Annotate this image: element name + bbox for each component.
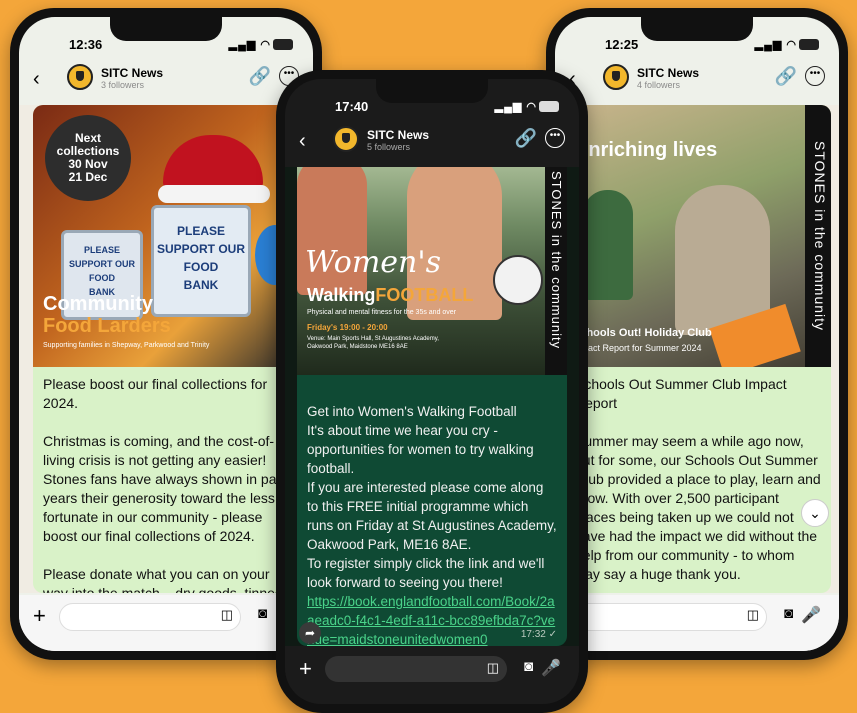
title-food-larders: Food Larders — [43, 315, 171, 337]
channel-header: ‹ SITC News 5 followers 🔗 ••• — [285, 124, 579, 164]
channel-avatar[interactable] — [603, 64, 629, 90]
sticker-icon[interactable]: ◫ — [221, 607, 233, 623]
message-text: Please boost our final collections for 2… — [43, 376, 288, 593]
screen-right: 12:25 ▂▄▆ ◠ ‹ SITC News 4 followers 🔗 ••… — [555, 17, 839, 651]
chevron-down-icon[interactable]: ⌄ — [801, 499, 829, 527]
title-walking: Walking — [307, 285, 376, 305]
title-walking-football: WalkingFOOTBALL — [307, 285, 473, 306]
message-bubble[interactable]: Next collections 30 Nov 21 Dec PLEASE SU… — [33, 105, 299, 593]
more-icon[interactable]: ••• — [805, 66, 825, 86]
message-input[interactable] — [59, 603, 241, 631]
phone-center: 17:40 ▂▄▆ ◠ ‹ SITC News 5 followers 🔗 ••… — [276, 70, 588, 713]
signal-icon: ▂▄▆ ◠ — [228, 39, 271, 51]
channel-avatar[interactable] — [67, 64, 93, 90]
plus-icon[interactable]: + — [33, 603, 46, 629]
football — [493, 255, 543, 305]
signal-icon: ▂▄▆ ◠ — [494, 101, 537, 113]
battery-icon — [273, 39, 293, 50]
message-text: Get into Women's Walking Football It's a… — [297, 375, 567, 646]
title-enriching-lives: Enriching lives — [575, 139, 718, 161]
holiday-club-image[interactable]: Enriching lives STONES in the community … — [565, 105, 831, 367]
camera-icon[interactable]: ◙ — [258, 605, 267, 622]
child-left — [583, 190, 633, 300]
channel-name[interactable]: SITC News — [101, 66, 163, 80]
santa-hat-trim — [158, 185, 270, 203]
channel-followers: 5 followers — [367, 142, 411, 152]
link-icon[interactable]: 🔗 — [775, 66, 797, 87]
title-football: FOOTBALL — [375, 285, 474, 305]
message-bubble[interactable]: Enriching lives STONES in the community … — [565, 105, 831, 593]
phone-right: 12:25 ▂▄▆ ◠ ‹ SITC News 4 followers 🔗 ••… — [546, 8, 848, 660]
notch — [110, 17, 222, 41]
santa-hat — [163, 135, 263, 190]
chat-area[interactable]: Next collections 30 Nov 21 Dec PLEASE SU… — [19, 105, 313, 593]
side-text: STONES in the community — [545, 167, 567, 375]
sticker-icon[interactable]: ◫ — [747, 607, 759, 623]
forward-icon[interactable]: ➦ — [299, 622, 321, 644]
camera-icon[interactable]: ◙ — [524, 658, 533, 675]
sticker-icon[interactable]: ◫ — [487, 660, 499, 676]
back-icon[interactable]: ‹ — [299, 130, 306, 153]
more-icon[interactable]: ••• — [545, 128, 565, 148]
status-time: 17:40 — [335, 99, 369, 114]
title-community: Community — [43, 293, 153, 315]
channel-name[interactable]: SITC News — [637, 66, 699, 80]
side-text: STONES in the community — [805, 105, 831, 367]
battery-icon — [539, 101, 559, 112]
mic-icon[interactable]: 🎤 — [541, 658, 561, 678]
status-time: 12:36 — [69, 37, 103, 52]
register-link[interactable]: https://book.englandfootball.com/Book/2a… — [307, 592, 557, 646]
message-bubble[interactable]: STONES in the community Women's WalkingF… — [297, 167, 567, 646]
notch — [641, 17, 753, 41]
compose-bar: + ◫ ◙ 🎤 — [555, 595, 839, 651]
screen-left: 12:36 ▂▄▆ ◠ ‹ SITC News 3 followers 🔗 ••… — [19, 17, 313, 651]
message-input[interactable] — [325, 656, 507, 682]
club-report: Impact Report for Summer 2024 — [573, 343, 702, 353]
link-icon[interactable]: 🔗 — [249, 66, 271, 87]
can-right: PLEASE SUPPORT OUR FOOD BANK — [151, 205, 251, 317]
image-subtitle: Supporting families in Shepway, Parkwood… — [43, 342, 210, 349]
channel-followers: 3 followers — [101, 80, 145, 90]
battery-icon — [799, 39, 819, 50]
channel-avatar[interactable] — [333, 126, 359, 152]
food-larder-image[interactable]: Next collections 30 Nov 21 Dec PLEASE SU… — [33, 105, 299, 367]
compose-bar: + ◫ ◙ 🎤 — [285, 648, 579, 704]
link-icon[interactable]: 🔗 — [515, 128, 537, 149]
notch — [376, 79, 488, 103]
status-time: 12:25 — [605, 37, 639, 52]
chat-area[interactable]: Enriching lives STONES in the community … — [555, 105, 839, 593]
image-when: Friday's 19:00 - 20:00 — [307, 323, 388, 332]
club-title: Schools Out! Holiday Club — [573, 327, 712, 339]
message-text: Schools Out Summer Club Impact Report Su… — [575, 376, 821, 582]
back-icon[interactable]: ‹ — [33, 68, 40, 91]
message-body: Get into Women's Walking Football It's a… — [307, 404, 557, 590]
channel-header: ‹ SITC News 3 followers 🔗 ••• — [19, 62, 313, 102]
mic-icon[interactable]: 🎤 — [801, 605, 821, 625]
walking-football-image[interactable]: STONES in the community Women's WalkingF… — [297, 167, 567, 375]
title-womens: Women's — [305, 245, 442, 280]
signal-icon: ▂▄▆ ◠ — [754, 39, 797, 51]
image-venue: Venue: Main Sports Hall, St Augustines A… — [307, 336, 439, 350]
channel-followers: 4 followers — [637, 80, 681, 90]
compose-bar: + ◫ ◙ 🎤 — [19, 595, 313, 651]
screen-center: 17:40 ▂▄▆ ◠ ‹ SITC News 5 followers 🔗 ••… — [285, 79, 579, 704]
message-timestamp: 17:32 ✓ — [520, 629, 557, 640]
channel-header: ‹ SITC News 4 followers 🔗 ••• — [555, 62, 839, 102]
plus-icon[interactable]: + — [299, 656, 312, 682]
channel-name[interactable]: SITC News — [367, 128, 429, 142]
camera-icon[interactable]: ◙ — [784, 605, 793, 622]
collections-badge: Next collections 30 Nov 21 Dec — [45, 115, 131, 201]
message-input[interactable] — [569, 603, 767, 631]
image-subtitle: Physical and mental fitness for the 35s … — [307, 309, 457, 316]
chat-area[interactable]: STONES in the community Women's WalkingF… — [285, 167, 579, 646]
